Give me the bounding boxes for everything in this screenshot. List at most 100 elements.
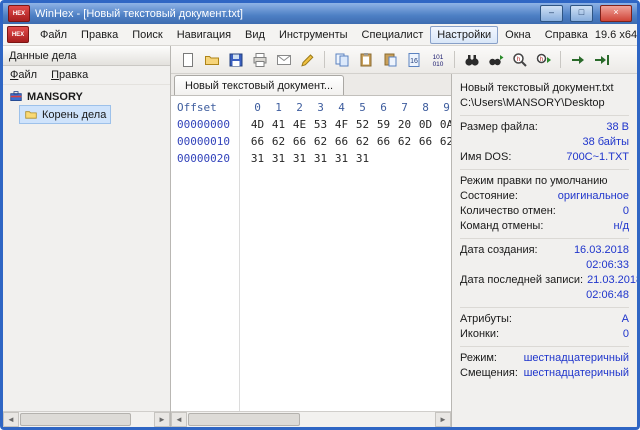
detail-row: 02:06:48 (460, 288, 629, 303)
case-panel-menu-item-0[interactable]: Файл (10, 69, 37, 81)
binary-view-button[interactable]: 101010 (426, 49, 449, 70)
save-button[interactable] (224, 49, 247, 70)
scroll-track[interactable] (187, 412, 435, 427)
close-button[interactable]: × (600, 5, 632, 22)
hex-byte-cell[interactable]: 62 (436, 133, 451, 150)
svg-text:010: 010 (432, 61, 443, 68)
hex-byte-cell[interactable]: 62 (394, 133, 415, 150)
scroll-left-icon[interactable]: ◄ (171, 412, 187, 427)
menu-item-4[interactable]: Вид (238, 26, 272, 44)
case-panel-menu-item-1[interactable]: Правка (51, 69, 88, 81)
hex-column-header: 2 (289, 99, 310, 116)
hex-byte-cell[interactable]: 31 (331, 150, 352, 167)
print-button[interactable] (248, 49, 271, 70)
svg-text:101: 101 (432, 54, 443, 61)
find-hex-next-icon: h (536, 52, 552, 68)
go-to-offset-button[interactable] (566, 49, 589, 70)
hex-byte-cell[interactable]: 31 (310, 150, 331, 167)
paste-into-new-file-button[interactable] (378, 49, 401, 70)
scroll-track[interactable] (19, 412, 154, 427)
detail-row: Смещения:шестнадцатеричный (460, 366, 629, 381)
detail-value: 02:06:48 (586, 288, 629, 303)
copy-button[interactable] (330, 49, 353, 70)
hex-byte-cell[interactable]: 62 (268, 133, 289, 150)
titlebar[interactable]: HEX WinHex - [Новый текстовый документ.t… (3, 3, 637, 24)
copy-hex-icon: 16 (406, 52, 422, 68)
menu-item-3[interactable]: Навигация (170, 26, 238, 44)
paste-button[interactable] (354, 49, 377, 70)
scroll-right-icon[interactable]: ► (154, 412, 170, 427)
offset-header-label: Offset (177, 99, 239, 116)
detail-group-3: Дата создания:16.03.201802:06:33Дата пос… (460, 239, 629, 308)
copy-hex-values-button[interactable]: 16 (402, 49, 425, 70)
go-end-icon (594, 52, 610, 68)
hex-byte-cell[interactable]: 41 (268, 116, 289, 133)
hex-byte-cell[interactable]: 31 (352, 150, 373, 167)
hex-scrollbar[interactable]: ◄ ► (171, 411, 451, 427)
menu-item-2[interactable]: Поиск (125, 26, 169, 44)
case-panel-scrollbar[interactable]: ◄ ► (3, 411, 170, 427)
hex-column-header: 0 (247, 99, 268, 116)
hex-byte-cell[interactable]: 4E (289, 116, 310, 133)
hex-byte-cell[interactable]: 66 (247, 133, 268, 150)
detail-value: шестнадцатеричный (524, 366, 629, 381)
hex-byte-cell[interactable]: 53 (310, 116, 331, 133)
tree-item-1[interactable]: Корень дела (19, 105, 111, 124)
maximize-button[interactable]: □ (570, 5, 593, 22)
svg-text:16: 16 (410, 58, 418, 65)
hex-byte-cell[interactable]: 31 (268, 150, 289, 167)
menu-item-7[interactable]: Настройки (430, 26, 498, 44)
scroll-thumb[interactable] (20, 413, 131, 426)
folder-icon (24, 108, 38, 121)
window-title: WinHex - [Новый текстовый документ.txt] (35, 8, 533, 20)
tree-item-0[interactable]: MANSORY (5, 88, 87, 105)
hex-byte-cell[interactable]: 66 (289, 133, 310, 150)
hex-byte-cell[interactable]: 62 (310, 133, 331, 150)
mail-button[interactable] (272, 49, 295, 70)
window-body: Данные дела ФайлПравка MANSORYКорень дел… (3, 46, 637, 427)
hex-byte-cell[interactable]: 52 (352, 116, 373, 133)
menu-item-6[interactable]: Специалист (355, 26, 431, 44)
detail-group-0: Новый текстовый документ.txtC:\Users\MAN… (460, 77, 629, 116)
hex-byte-cell[interactable]: 66 (415, 133, 436, 150)
hex-byte-cell[interactable]: 31 (289, 150, 310, 167)
find-hex-next-button[interactable]: h (532, 49, 555, 70)
open-file-button[interactable] (200, 49, 223, 70)
detail-value: н/д (613, 219, 629, 234)
hex-byte-cell[interactable]: 4D (247, 116, 268, 133)
menu-items: ФайлПравкаПоискНавигацияВидИнструментыСп… (33, 26, 595, 44)
hex-byte-cell[interactable]: 20 (394, 116, 415, 133)
tree-item-label: Корень дела (42, 109, 106, 121)
edit-mode-button[interactable] (296, 49, 319, 70)
menu-item-1[interactable]: Правка (74, 26, 125, 44)
hex-byte-cell[interactable]: 66 (373, 133, 394, 150)
scroll-right-icon[interactable]: ► (435, 412, 451, 427)
copy-icon (334, 52, 350, 68)
detail-value: 38 B (606, 120, 629, 135)
hex-byte-cell[interactable]: 66 (331, 133, 352, 150)
go-to-end-button[interactable] (590, 49, 613, 70)
hex-byte-cell[interactable]: 0A (436, 116, 451, 133)
detail-label: Количество отмен: (460, 204, 556, 219)
hex-byte-cell[interactable]: 31 (247, 150, 268, 167)
scroll-left-icon[interactable]: ◄ (3, 412, 19, 427)
tab-row: Новый текстовый документ... (171, 74, 451, 96)
find-text-button[interactable] (460, 49, 483, 70)
hex-byte-cell[interactable]: 59 (373, 116, 394, 133)
hex-byte-group: 4D414E534F5259200D0A (239, 116, 451, 133)
detail-label: Состояние: (460, 189, 518, 204)
hex-header: Offset 0123456789 (177, 99, 451, 116)
hex-byte-cell[interactable]: 62 (352, 133, 373, 150)
document-tab[interactable]: Новый текстовый документ... (174, 75, 344, 95)
hex-byte-cell[interactable]: 0D (415, 116, 436, 133)
menu-item-0[interactable]: Файл (33, 26, 74, 44)
find-next-button[interactable] (484, 49, 507, 70)
menu-item-8[interactable]: Окна (498, 26, 538, 44)
hex-byte-cell[interactable]: 4F (331, 116, 352, 133)
find-hex-button[interactable]: h (508, 49, 531, 70)
menu-item-5[interactable]: Инструменты (272, 26, 355, 44)
minimize-button[interactable]: – (540, 5, 563, 22)
new-file-button[interactable] (176, 49, 199, 70)
menu-item-9[interactable]: Справка (538, 26, 595, 44)
scroll-thumb[interactable] (188, 413, 300, 426)
